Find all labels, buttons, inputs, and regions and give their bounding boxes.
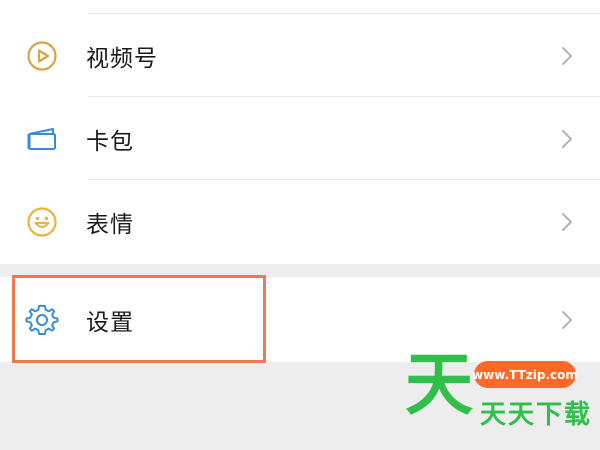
video-channel-icon [25, 39, 59, 73]
chevron-right-icon [560, 211, 574, 233]
discover-menu-group: 视频号 卡包 表情 [0, 14, 600, 264]
sticker-smiley-icon [25, 205, 59, 239]
menu-item-label: 卡包 [86, 128, 134, 155]
watermark-url: www.TTzip.com [472, 361, 578, 388]
settings-gear-icon [25, 303, 59, 337]
card-wallet-icon [25, 122, 59, 156]
watermark-text: 天天下载 [480, 400, 593, 430]
menu-item-video-channel[interactable]: 视频号 [0, 14, 600, 97]
watermark-logo-char: 天 [405, 346, 474, 425]
chevron-right-icon [560, 309, 574, 331]
settings-group: 设置 [0, 277, 600, 362]
menu-item-card-wallet[interactable]: 卡包 [0, 97, 600, 180]
menu-item-label: 设置 [86, 309, 134, 336]
menu-item-label: 表情 [86, 211, 134, 238]
chevron-right-icon [560, 128, 574, 150]
menu-item-label: 视频号 [86, 45, 158, 72]
previous-group-bottom [0, 0, 600, 14]
menu-item-stickers[interactable]: 表情 [0, 180, 600, 263]
menu-item-settings[interactable]: 设置 [0, 277, 600, 362]
chevron-right-icon [560, 45, 574, 67]
